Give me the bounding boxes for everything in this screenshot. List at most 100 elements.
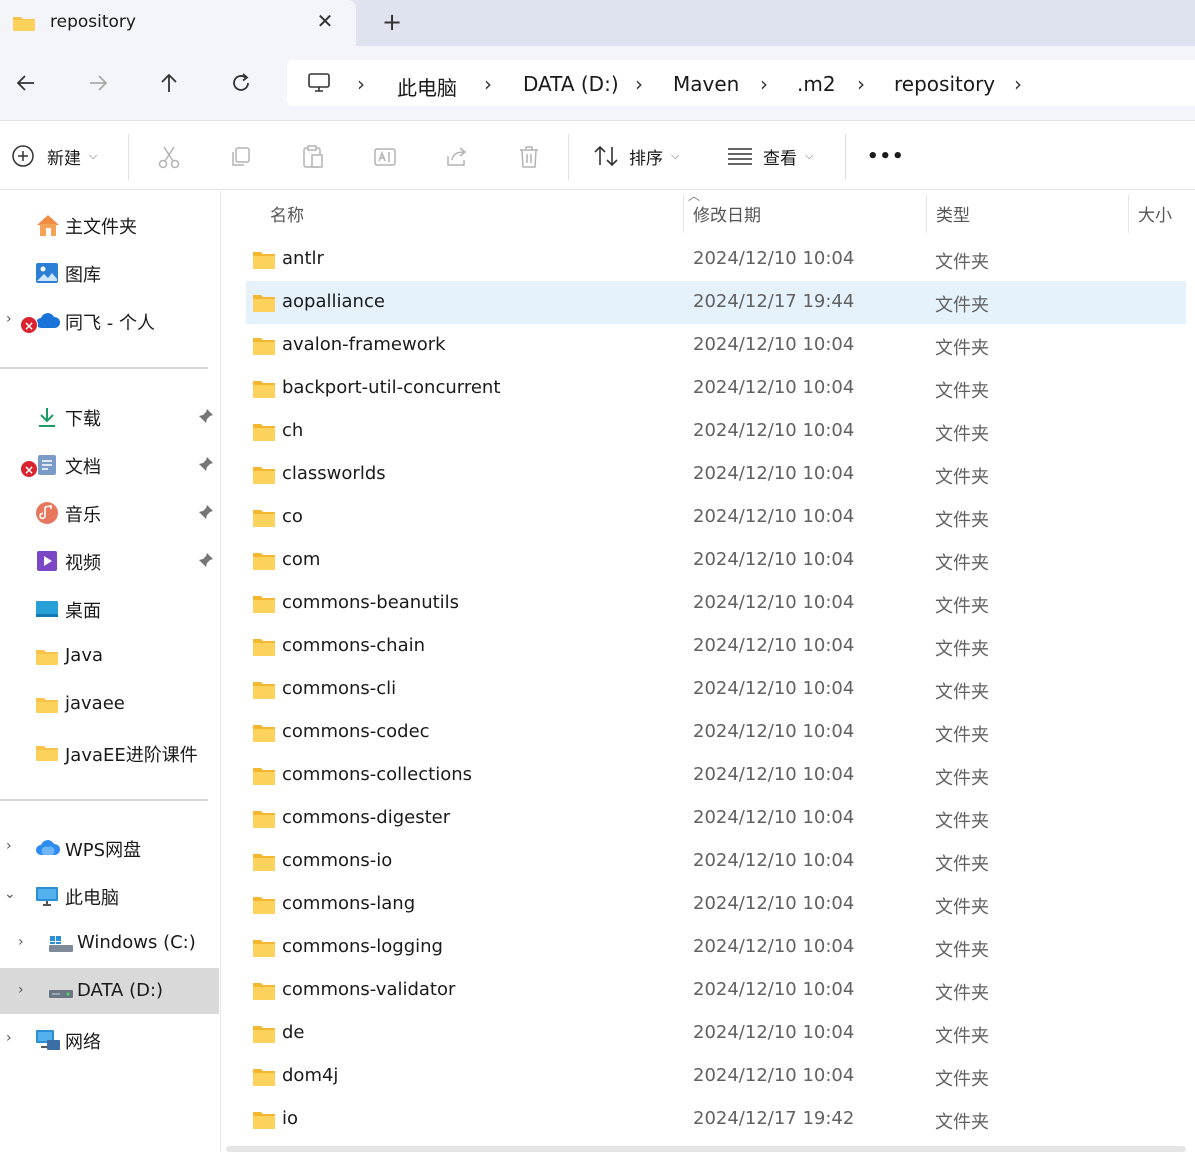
chevron-down-icon[interactable]: ⌄ [4,886,16,904]
sidebar-item-java[interactable]: Java [0,633,219,679]
sidebar-item-javaee[interactable]: javaee [0,681,219,727]
tab-title: repository [50,12,136,32]
computer-icon [307,71,331,99]
breadcrumb-separator[interactable]: › [1014,72,1022,96]
horizontal-scrollbar[interactable] [226,1146,1186,1152]
file-row[interactable]: classworlds 2024/12/10 10:04 文件夹 [246,453,1186,496]
file-row[interactable]: commons-beanutils 2024/12/10 10:04 文件夹 [246,582,1186,625]
chevron-right-icon[interactable]: › [6,311,18,329]
pin-icon[interactable] [197,551,215,569]
file-row[interactable]: commons-codec 2024/12/10 10:04 文件夹 [246,711,1186,754]
sidebar-item-onedrive[interactable]: › × 同飞 - 个人 [0,297,219,343]
file-row[interactable]: commons-logging 2024/12/10 10:04 文件夹 [246,926,1186,969]
file-row[interactable]: com 2024/12/10 10:04 文件夹 [246,539,1186,582]
sidebar-label: Windows (C:) [77,932,196,953]
arrow-right-icon [90,75,108,91]
folder-icon [252,293,276,317]
error-badge-icon: × [20,316,38,334]
breadcrumb-separator[interactable]: › [857,72,865,96]
paste-icon[interactable] [299,143,327,171]
forward-button[interactable] [81,66,115,100]
delete-icon[interactable] [515,143,543,171]
column-divider[interactable] [683,195,684,233]
file-row[interactable]: avalon-framework 2024/12/10 10:04 文件夹 [246,324,1186,367]
sidebar-item-wps[interactable]: › WPS网盘 [0,824,219,870]
copy-icon[interactable] [227,143,255,171]
file-row[interactable]: dom4j 2024/12/10 10:04 文件夹 [246,1055,1186,1098]
file-name: com [282,549,321,570]
sidebar-item-drive-c[interactable]: › Windows (C:) [0,920,219,966]
pin-icon[interactable] [197,455,215,473]
new-tab-button[interactable]: + [380,9,404,35]
file-row[interactable]: commons-io 2024/12/10 10:04 文件夹 [246,840,1186,883]
chevron-right-icon[interactable]: › [18,982,30,1000]
back-button[interactable] [9,66,43,100]
cut-icon[interactable] [155,143,183,171]
view-list-icon [728,148,752,165]
breadcrumb-maven[interactable]: Maven [673,72,739,96]
file-type: 文件夹 [935,596,989,617]
sidebar-item-desktop[interactable]: 桌面 [0,585,219,631]
column-modified[interactable]: 修改日期 [693,201,761,226]
chevron-right-icon[interactable]: › [6,1030,18,1048]
column-divider[interactable] [926,195,927,233]
address-bar[interactable]: › 此电脑 › DATA (D:) › Maven › .m2 › reposi… [287,60,1195,106]
sidebar-item-gallery[interactable]: 图库 [0,249,219,295]
sidebar-item-javaee-course[interactable]: JavaEE进阶课件 [0,729,219,775]
breadcrumb-separator[interactable]: › [635,72,643,96]
file-name: de [282,1022,305,1043]
sidebar-item-documents[interactable]: × 文档 [0,441,219,487]
file-row[interactable]: ch 2024/12/10 10:04 文件夹 [246,410,1186,453]
rename-icon[interactable] [371,143,399,171]
new-button[interactable]: 新建 ⌵ [11,141,97,171]
pin-icon[interactable] [197,407,215,425]
view-button[interactable]: 查看 ⌵ [727,141,813,171]
close-tab-icon[interactable]: ✕ [314,10,336,32]
file-row[interactable]: antlr 2024/12/10 10:04 文件夹 [246,238,1186,281]
breadcrumb-repository[interactable]: repository [894,72,995,96]
chevron-right-icon[interactable]: › [6,838,18,856]
column-size[interactable]: 大小 [1138,201,1172,226]
file-date: 2024/12/10 10:04 [693,764,855,785]
column-divider[interactable] [1128,195,1129,233]
file-row[interactable]: commons-digester 2024/12/10 10:04 文件夹 [246,797,1186,840]
file-row[interactable]: de 2024/12/10 10:04 文件夹 [246,1012,1186,1055]
sidebar-item-downloads[interactable]: 下载 [0,393,219,439]
file-row[interactable]: aopalliance 2024/12/17 19:44 文件夹 [246,281,1186,324]
breadcrumb-separator[interactable]: › [357,72,365,96]
file-row[interactable]: commons-chain 2024/12/10 10:04 文件夹 [246,625,1186,668]
file-row[interactable]: commons-collections 2024/12/10 10:04 文件夹 [246,754,1186,797]
file-date: 2024/12/10 10:04 [693,850,855,871]
breadcrumb-separator[interactable]: › [484,72,492,96]
pin-icon[interactable] [197,503,215,521]
folder-icon [252,637,276,661]
sidebar-item-videos[interactable]: 视频 [0,537,219,583]
sidebar-item-network[interactable]: › 网络 [0,1016,219,1062]
breadcrumb-this-pc[interactable]: 此电脑 [397,72,457,101]
refresh-button[interactable] [224,66,258,100]
column-name[interactable]: 名称 [270,201,304,226]
more-options-button[interactable]: ••• [867,141,905,171]
chevron-right-icon[interactable]: › [18,934,30,952]
file-row[interactable]: commons-lang 2024/12/10 10:04 文件夹 [246,883,1186,926]
sidebar-item-this-pc[interactable]: ⌄ 此电脑 [0,872,219,918]
file-row[interactable]: co 2024/12/10 10:04 文件夹 [246,496,1186,539]
column-type[interactable]: 类型 [936,201,970,226]
file-row[interactable]: backport-util-concurrent 2024/12/10 10:04… [246,367,1186,410]
sidebar-item-music[interactable]: 音乐 [0,489,219,535]
desktop-icon [35,597,59,621]
breadcrumb-data-d[interactable]: DATA (D:) [523,72,619,96]
up-button[interactable] [152,66,186,100]
file-row[interactable]: io 2024/12/17 19:42 文件夹 [246,1098,1186,1141]
sidebar-label: 视频 [65,553,101,574]
breadcrumb-separator[interactable]: › [760,72,768,96]
file-row[interactable]: commons-cli 2024/12/10 10:04 文件夹 [246,668,1186,711]
sidebar-item-drive-d[interactable]: › DATA (D:) [0,968,219,1014]
file-row[interactable]: commons-validator 2024/12/10 10:04 文件夹 [246,969,1186,1012]
breadcrumb-m2[interactable]: .m2 [797,72,836,96]
tab-repository[interactable]: repository ✕ [0,0,356,46]
share-icon[interactable] [443,143,471,171]
sort-button[interactable]: 排序 ⌵ [593,141,679,171]
arrow-left-icon [16,75,34,91]
sidebar-item-home[interactable]: 主文件夹 [0,201,219,247]
